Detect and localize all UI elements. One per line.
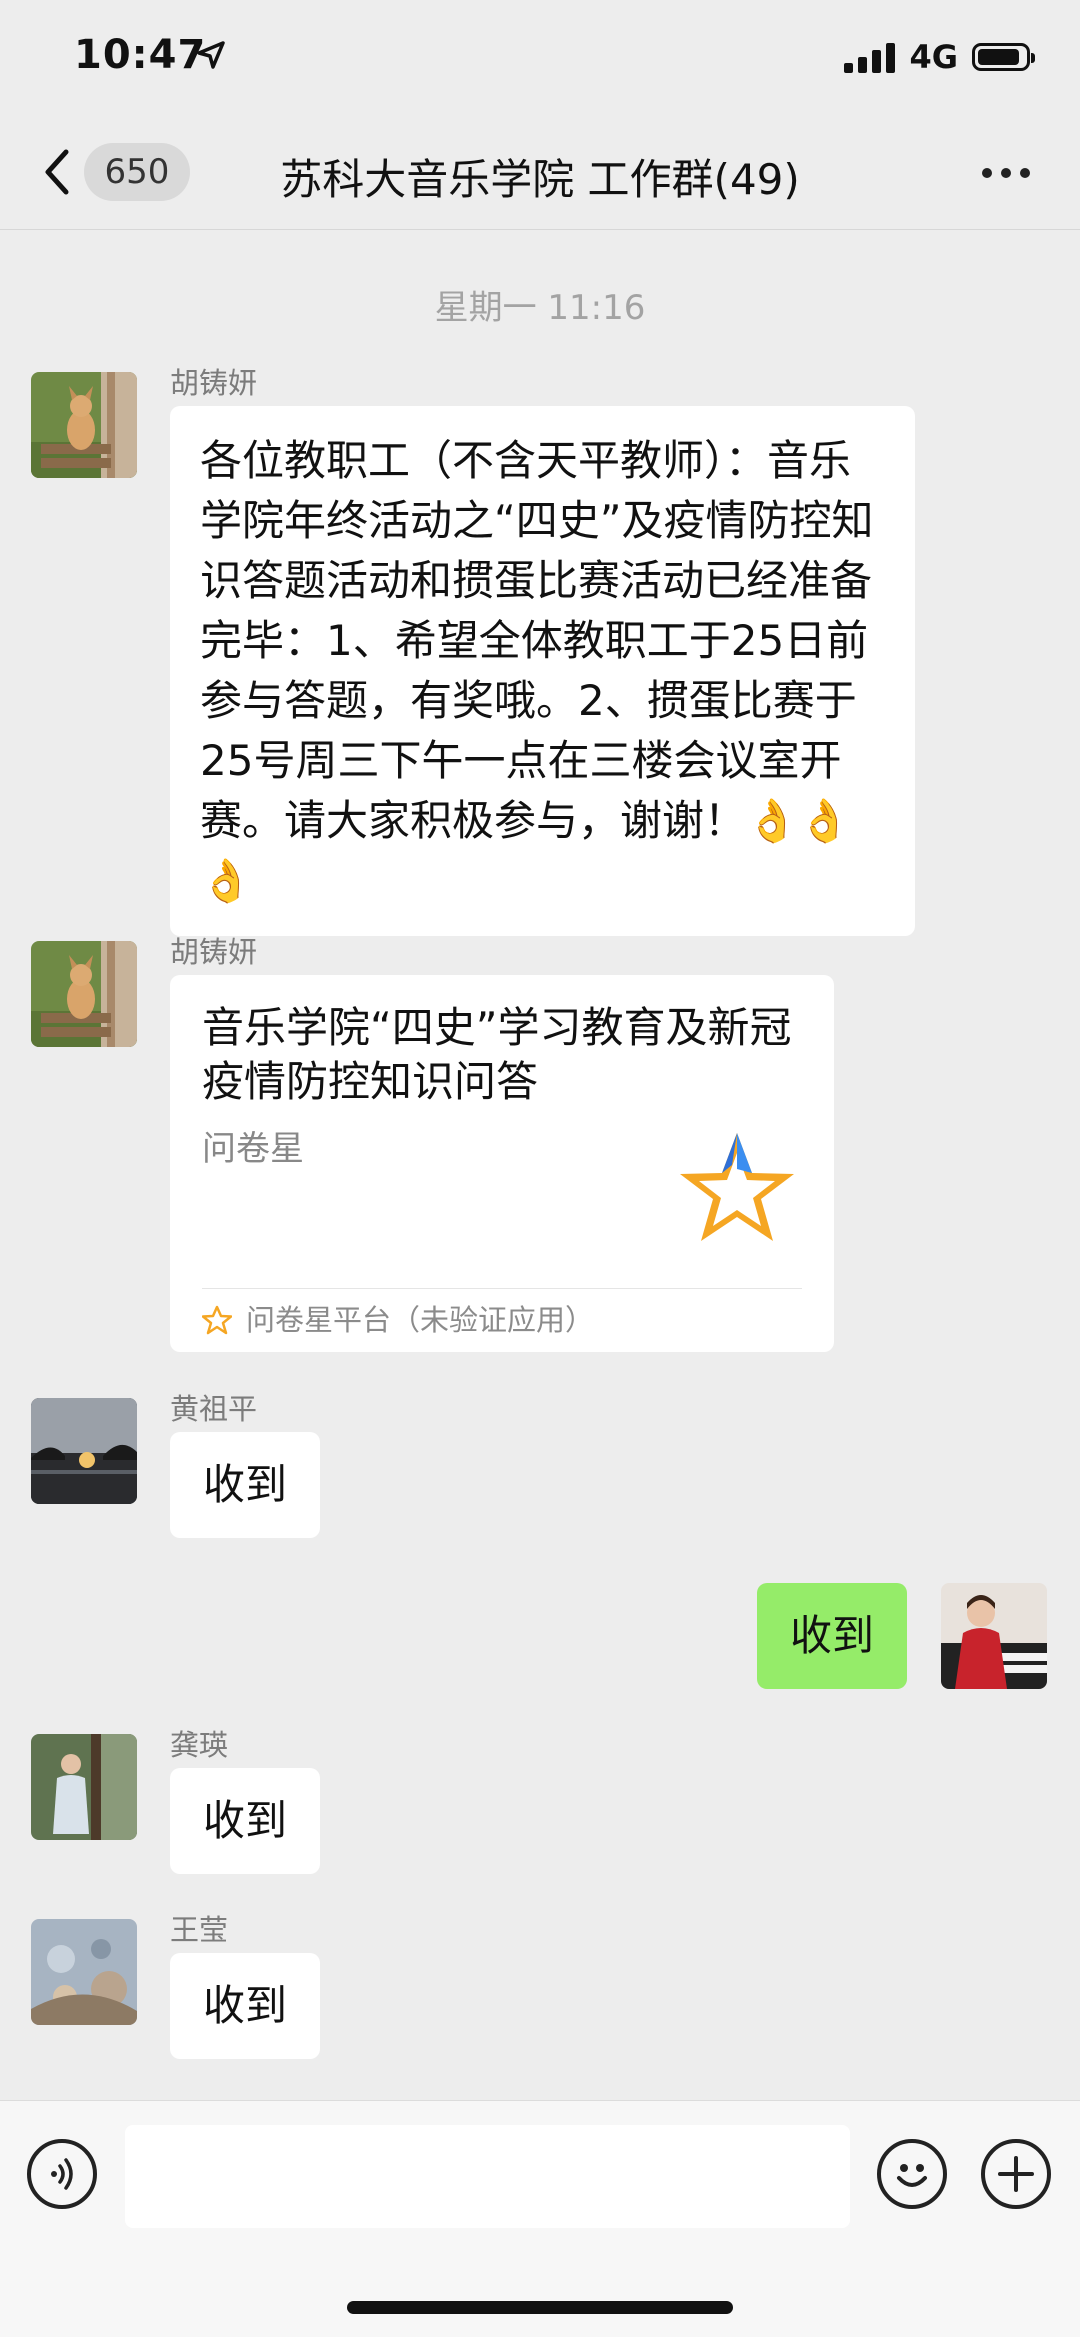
status-time: 10:47 <box>74 32 207 78</box>
sender-name: 王莹 <box>170 1913 229 1947</box>
avatar[interactable] <box>31 372 137 478</box>
voice-icon[interactable] <box>27 2139 97 2209</box>
home-indicator <box>347 2301 733 2314</box>
link-card-title: 音乐学院“四史”学习教育及新冠疫情防控知识问答 <box>202 1003 792 1106</box>
emoji-icon[interactable] <box>877 2139 947 2209</box>
location-arrow-icon <box>197 41 225 69</box>
message-bubble[interactable]: 收到 <box>170 1432 321 1538</box>
avatar[interactable] <box>31 1734 137 1840</box>
star-small-icon <box>202 1305 232 1335</box>
link-card-footer-text: 问卷星平台（未验证应用） <box>246 1303 595 1337</box>
chat-title: 苏科大音乐学院 工作群(49) <box>280 155 800 204</box>
avatar[interactable] <box>31 1919 137 2025</box>
status-indicators: 4G <box>844 38 1035 76</box>
my-message-bubble[interactable]: 收到 <box>757 1583 908 1689</box>
network-label: 4G <box>909 38 958 76</box>
avatar[interactable] <box>31 1398 137 1504</box>
sender-name: 胡铸妍 <box>170 366 258 400</box>
link-card-footer: 问卷星平台（未验证应用） <box>202 1300 594 1340</box>
battery-icon <box>972 43 1035 71</box>
message-bubble[interactable]: 收到 <box>170 1768 321 1874</box>
time-separator: 星期一 11:16 <box>434 288 646 328</box>
divider <box>202 1288 802 1289</box>
sender-name: 龚瑛 <box>170 1728 229 1762</box>
avatar[interactable] <box>31 941 137 1047</box>
sender-name: 胡铸妍 <box>170 935 258 969</box>
star-logo-icon <box>680 1133 794 1241</box>
message-input[interactable] <box>125 2125 850 2228</box>
my-avatar[interactable] <box>941 1583 1047 1689</box>
message-bubble[interactable]: 收到 <box>170 1953 321 2059</box>
message-bubble[interactable]: 各位教职工（不含天平教师）：音乐学院年终活动之“四史”及疫情防控知识答题活动和掼… <box>170 406 915 936</box>
link-card[interactable]: 音乐学院“四史”学习教育及新冠疫情防控知识问答 问卷星 问卷星平台（未验证应用） <box>170 975 834 1352</box>
signal-icon <box>844 41 896 73</box>
sender-name: 黄祖平 <box>170 1392 258 1426</box>
plus-icon[interactable] <box>981 2139 1051 2209</box>
more-options-icon[interactable] <box>982 168 1030 178</box>
